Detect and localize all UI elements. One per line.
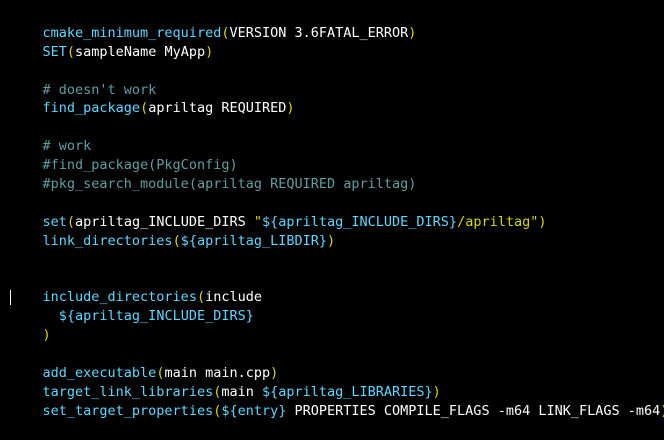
- code-line: SET(sampleName MyApp): [10, 24, 664, 60]
- code-variable: ${entry}: [221, 402, 287, 419]
- code-line: find_package(apriltag REQUIRED): [10, 81, 664, 116]
- code-line: ${apriltag_INCLUDE_DIRS}: [10, 288, 664, 324]
- code-token: set_target_properties: [42, 402, 214, 419]
- code-line: #pkg_search_module(apriltag REQUIRED apr…: [10, 156, 664, 192]
- code-line: set_target_properties(${entry} PROPERTIE…: [10, 383, 664, 419]
- code-line: link_directories(${apriltag_LIBDIR}): [10, 213, 664, 249]
- code-line: #find_package(PkgConfig): [10, 137, 664, 173]
- code-line: # doesn't work: [10, 62, 664, 98]
- code-line: include_directories(include: [10, 269, 664, 305]
- code-token: ): [660, 403, 664, 419]
- code-editor[interactable]: cmake_minimum_required(VERSION 3.6FATAL_…: [0, 0, 664, 419]
- code-line: set(apriltag_INCLUDE_DIRS "${apriltag_IN…: [10, 194, 664, 230]
- code-token: PROPERTIES COMPILE_FLAGS -m64 LINK_FLAGS…: [286, 402, 661, 419]
- code-line: cmake_minimum_required(VERSION 3.6FATAL_…: [10, 5, 664, 41]
- code-line: # work: [10, 118, 664, 154]
- code-line: target_link_libraries(main ${apriltag_LI…: [10, 364, 664, 400]
- indent-guide: [10, 290, 11, 306]
- code-line: add_executable(main main.cpp): [10, 345, 664, 381]
- code-line: ): [10, 307, 664, 343]
